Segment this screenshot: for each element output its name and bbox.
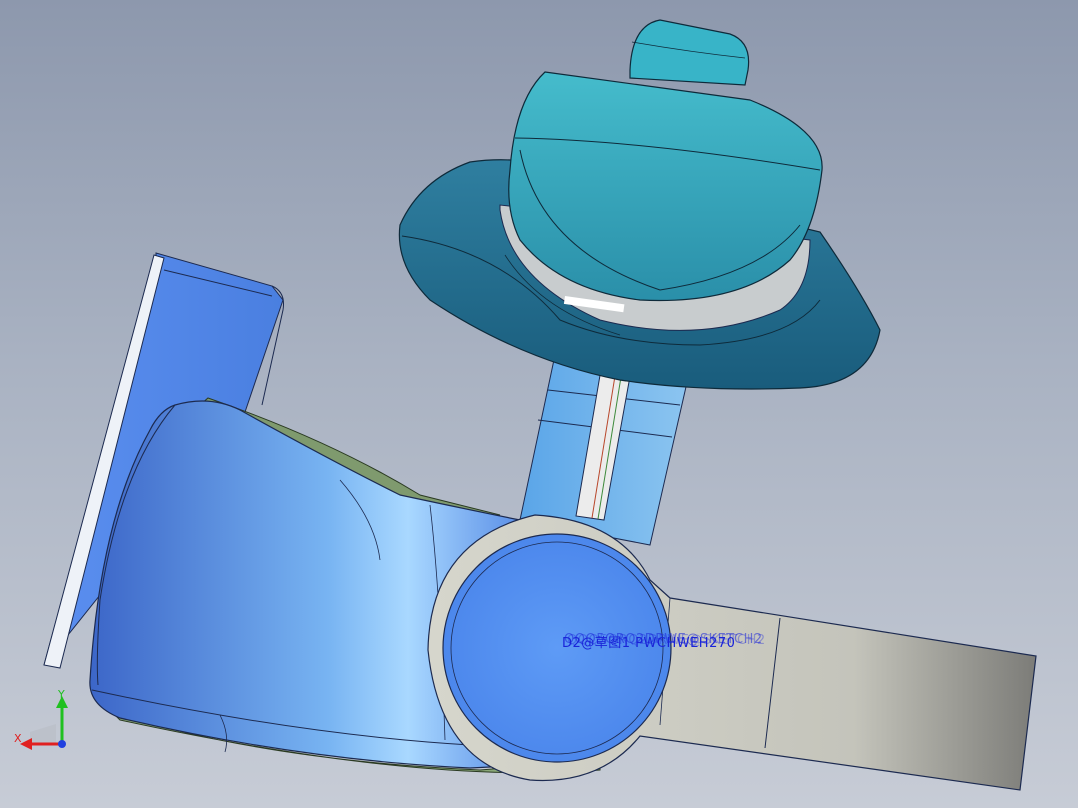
annotation-overlap-text-2: QQQ5QRQ2DRWE@SKETCH2 [567, 633, 766, 648]
cad-viewport[interactable]: QQQ5QRQ2DRWE@SKETCH2 QQQ5QRQ2DRWE@SKETCH… [0, 0, 1078, 808]
x-axis-arrow [20, 738, 32, 750]
coordinate-triad[interactable]: Y X [12, 686, 74, 752]
x-axis-label: X [14, 732, 22, 745]
3d-model-view[interactable] [0, 0, 1078, 808]
z-axis-dot [58, 740, 66, 748]
knob[interactable] [629, 19, 750, 86]
dimension-annotation[interactable]: QQQ5QRQ2DRWE@SKETCH2 QQQ5QRQ2DRWE@SKETCH… [562, 632, 765, 651]
y-axis-label: Y [57, 688, 65, 701]
